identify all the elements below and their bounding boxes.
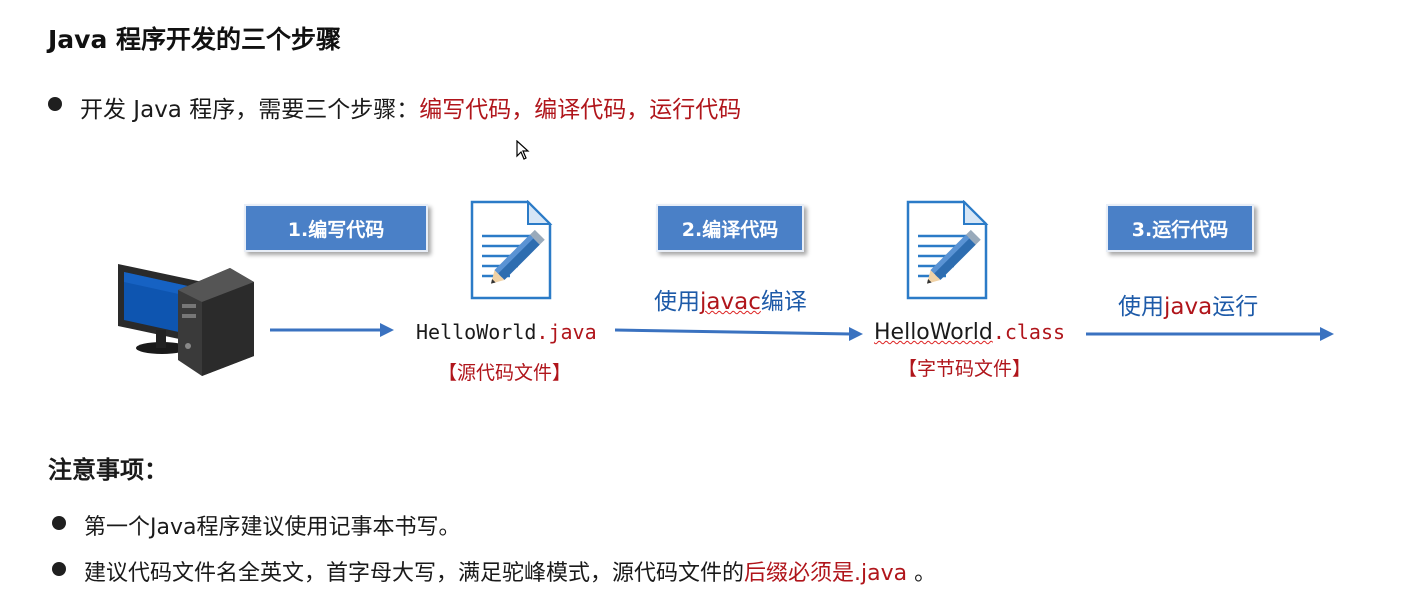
flow-arrow-3 — [1086, 327, 1334, 341]
note-item-2: 建议代码文件名全英文，首字母大写，满足驼峰模式，源代码文件的后缀必须是.java… — [84, 561, 937, 586]
run-command: 使用java运行 — [1118, 294, 1259, 320]
flow-arrow-2 — [615, 327, 863, 341]
note-item-1: 第一个Java程序建议使用记事本书写。 — [84, 515, 461, 540]
step-run-code: 3.运行代码 — [1106, 204, 1254, 252]
bullet-icon — [52, 516, 66, 530]
notes-title: 注意事项： — [48, 456, 168, 484]
document-pencil-icon — [470, 200, 553, 300]
compile-command: 使用javac编译 — [654, 289, 807, 315]
source-file-name: HelloWorld.java — [416, 320, 597, 344]
step-compile-code: 2.编译代码 — [656, 204, 804, 252]
intro-line: 开发 Java 程序，需要三个步骤：编写代码，编译代码，运行代码 — [80, 90, 741, 124]
mouse-cursor-icon — [516, 140, 530, 160]
class-file-type: 【字节码文件】 — [898, 358, 1032, 380]
bullet-icon — [52, 562, 66, 576]
intro-highlight: 编写代码，编译代码，运行代码 — [419, 97, 742, 123]
intro-prefix: 开发 Java 程序，需要三个步骤： — [80, 97, 420, 123]
flow-arrow-1 — [270, 323, 394, 337]
source-file-type: 【源代码文件】 — [438, 362, 572, 384]
step-write-code: 1.编写代码 — [244, 204, 428, 252]
class-file-name: HelloWorld.class — [874, 320, 1066, 345]
computer-icon — [118, 264, 254, 376]
bullet-icon — [48, 97, 62, 111]
document-pencil-icon — [906, 200, 989, 300]
page-title: Java 程序开发的三个步骤 — [48, 25, 342, 54]
